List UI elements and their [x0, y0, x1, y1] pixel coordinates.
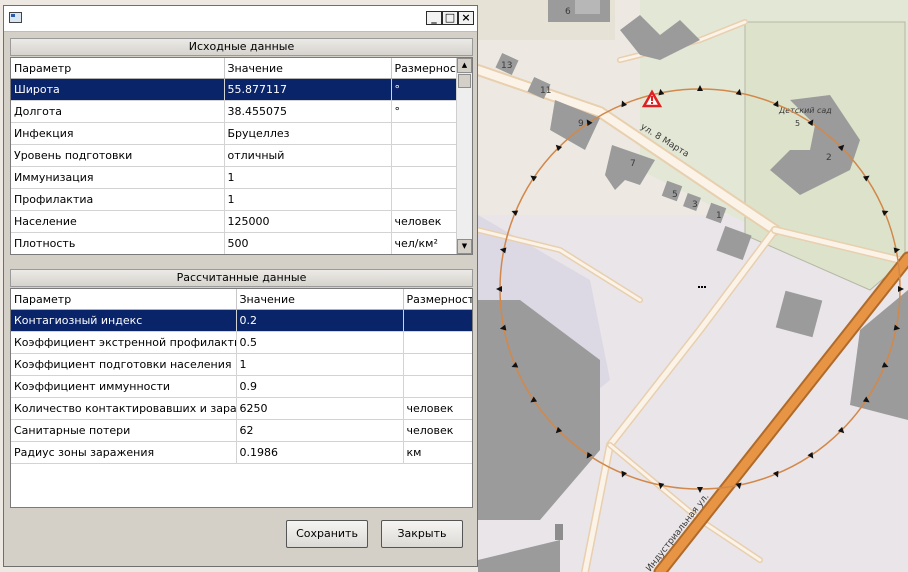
- table-row[interactable]: Иммунизация 1: [11, 166, 459, 189]
- cell-unit[interactable]: °: [391, 100, 459, 123]
- maximize-button[interactable]: □: [442, 11, 458, 25]
- cell-unit[interactable]: человек: [403, 397, 472, 420]
- scroll-thumb[interactable]: [458, 74, 471, 88]
- building-number-label: 6: [565, 7, 571, 17]
- kindergarten-number: 5: [795, 119, 800, 128]
- cell-parameter[interactable]: Иммунизация: [11, 166, 225, 189]
- cell-value[interactable]: Бруцеллез: [224, 122, 392, 145]
- column-header-unit[interactable]: Размерность: [403, 289, 472, 310]
- cell-parameter[interactable]: Контагиозный индекс: [11, 309, 237, 332]
- cell-value[interactable]: 0.2: [236, 309, 404, 332]
- cell-unit[interactable]: [391, 188, 459, 211]
- close-window-button[interactable]: ×: [458, 11, 474, 25]
- cell-unit[interactable]: [391, 144, 459, 167]
- minimize-button[interactable]: _: [426, 11, 442, 25]
- cell-value[interactable]: 6250: [236, 397, 404, 420]
- building-number-label: 2: [826, 153, 832, 163]
- cell-parameter[interactable]: Профилактиа: [11, 188, 225, 211]
- cell-value[interactable]: 38.455075: [224, 100, 392, 123]
- table-row[interactable]: Коэффициент экстренной профилактики 0.5: [11, 331, 472, 354]
- cell-value[interactable]: 1: [224, 166, 392, 189]
- table-row[interactable]: Коэффициент подготовки населения 1: [11, 353, 472, 376]
- cell-value[interactable]: 1: [224, 188, 392, 211]
- kindergarten-label: Детский сад: [778, 106, 832, 115]
- cell-value[interactable]: отличный: [224, 144, 392, 167]
- cell-parameter[interactable]: Коэффициент экстренной профилактики: [11, 331, 237, 354]
- initial-grid-scrollbar[interactable]: ▲ ▼: [456, 58, 472, 254]
- table-row[interactable]: Контагиозный индекс 0.2: [11, 309, 472, 332]
- cell-unit[interactable]: [403, 353, 472, 376]
- building-number-label: 1: [716, 211, 722, 221]
- cell-parameter[interactable]: Радиус зоны заражения: [11, 441, 237, 464]
- column-header-parameter[interactable]: Параметр: [11, 289, 237, 310]
- initial-data-grid[interactable]: Параметр Значение Размерность Широта55.8…: [10, 57, 473, 255]
- cell-unit[interactable]: [403, 309, 472, 332]
- save-button[interactable]: Сохранить: [286, 520, 368, 548]
- building-number-label: 3: [692, 200, 698, 210]
- table-row[interactable]: Широта 55.877117 °: [11, 78, 459, 101]
- app-icon: [9, 12, 22, 23]
- table-row[interactable]: Профилактиа 1: [11, 188, 459, 211]
- cell-parameter[interactable]: Санитарные потери: [11, 419, 237, 442]
- cell-value[interactable]: 125000: [224, 210, 392, 233]
- scroll-down-arrow-icon[interactable]: ▼: [457, 239, 472, 254]
- table-row[interactable]: Плотность 500 чел/км²: [11, 232, 459, 254]
- cell-unit[interactable]: °: [391, 78, 459, 101]
- table-row[interactable]: Радиус зоны заражения 0.1986 км: [11, 441, 472, 464]
- building-number-label: 13: [501, 61, 512, 71]
- computed-data-header: Рассчитанные данные: [10, 269, 473, 287]
- cell-unit[interactable]: км: [403, 441, 472, 464]
- building-number-label: 5: [672, 190, 678, 200]
- table-row[interactable]: Санитарные потери 62 человек: [11, 419, 472, 442]
- cell-parameter[interactable]: Количество контактировавших и заражённых: [11, 397, 237, 420]
- title-bar: _ □ ×: [4, 6, 477, 32]
- cell-parameter[interactable]: Долгота: [11, 100, 225, 123]
- cell-unit[interactable]: человек: [391, 210, 459, 233]
- computed-data-grid[interactable]: Параметр Значение Размерность Контагиозн…: [10, 288, 473, 508]
- building-number-label: 7: [630, 159, 636, 169]
- cell-value[interactable]: 500: [224, 232, 392, 254]
- column-header-value[interactable]: Значение: [236, 289, 404, 310]
- column-header-value[interactable]: Значение: [224, 58, 392, 79]
- cell-parameter[interactable]: Коэффициент иммунности: [11, 375, 237, 398]
- cell-unit[interactable]: [391, 122, 459, 145]
- cell-value[interactable]: 1: [236, 353, 404, 376]
- table-row[interactable]: Долгота 38.455075 °: [11, 100, 459, 123]
- cell-value[interactable]: 0.9: [236, 375, 404, 398]
- table-row[interactable]: Население 125000 человек: [11, 210, 459, 233]
- cell-value[interactable]: 55.877117: [224, 78, 392, 101]
- cell-value[interactable]: 62: [236, 419, 404, 442]
- cell-parameter[interactable]: Коэффициент подготовки населения: [11, 353, 237, 376]
- cell-unit[interactable]: человек: [403, 419, 472, 442]
- infection-dialog: _ □ × Исходные данные Параметр Значение …: [3, 5, 478, 567]
- column-header-unit[interactable]: Размерность: [391, 58, 459, 79]
- table-row[interactable]: Инфекция Бруцеллез: [11, 122, 459, 145]
- cell-parameter[interactable]: Население: [11, 210, 225, 233]
- column-header-parameter[interactable]: Параметр: [11, 58, 225, 79]
- cell-parameter[interactable]: Плотность: [11, 232, 225, 254]
- cell-parameter[interactable]: Инфекция: [11, 122, 225, 145]
- building-number-label: 11: [540, 86, 551, 96]
- table-row[interactable]: Уровень подготовки отличный: [11, 144, 459, 167]
- cell-unit[interactable]: [403, 375, 472, 398]
- cell-value[interactable]: 0.1986: [236, 441, 404, 464]
- cell-unit[interactable]: [391, 166, 459, 189]
- cell-parameter[interactable]: Уровень подготовки: [11, 144, 225, 167]
- cell-unit[interactable]: чел/км²: [391, 232, 459, 254]
- cell-value[interactable]: 0.5: [236, 331, 404, 354]
- table-row[interactable]: Коэффициент иммунности 0.9: [11, 375, 472, 398]
- table-row[interactable]: Количество контактировавших и заражённых…: [11, 397, 472, 420]
- cell-unit[interactable]: [403, 331, 472, 354]
- cell-parameter[interactable]: Широта: [11, 78, 225, 101]
- close-button[interactable]: Закрыть: [381, 520, 463, 548]
- initial-data-header: Исходные данные: [10, 38, 473, 56]
- scroll-up-arrow-icon[interactable]: ▲: [457, 58, 472, 73]
